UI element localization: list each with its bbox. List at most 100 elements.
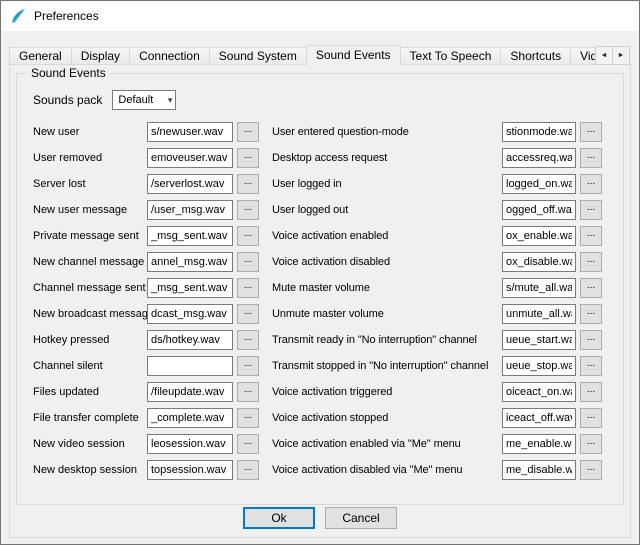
browse-button[interactable]: ...: [237, 148, 259, 168]
app-icon: [9, 7, 27, 25]
sound-file-input[interactable]: [502, 226, 576, 246]
sound-file-input[interactable]: [502, 200, 576, 220]
event-columns: New user...User removed...Server lost...…: [33, 122, 617, 486]
sound-file-input[interactable]: [502, 122, 576, 142]
browse-button[interactable]: ...: [237, 304, 259, 324]
sound-file-input[interactable]: [502, 356, 576, 376]
sound-file-input[interactable]: [147, 460, 233, 480]
sound-event-row: New channel message...: [33, 252, 268, 272]
sound-event-row: Transmit ready in "No interruption" chan…: [272, 330, 617, 350]
sound-event-row: Voice activation enabled via "Me" menu..…: [272, 434, 617, 454]
sound-file-input[interactable]: [147, 434, 233, 454]
browse-button[interactable]: ...: [237, 174, 259, 194]
browse-button[interactable]: ...: [580, 200, 602, 220]
sound-events-page: Sound Events Sounds pack Default ▾ New u…: [9, 64, 631, 538]
browse-button[interactable]: ...: [237, 434, 259, 454]
sound-event-label: Mute master volume: [272, 282, 502, 294]
browse-button[interactable]: ...: [237, 382, 259, 402]
sound-file-input[interactable]: [147, 356, 233, 376]
right-arrow-icon: ►: [618, 52, 625, 59]
sound-file-input[interactable]: [502, 382, 576, 402]
browse-button[interactable]: ...: [580, 278, 602, 298]
sound-event-label: New video session: [33, 438, 147, 450]
tab-scroller: ◄ ►: [596, 46, 630, 65]
browse-button[interactable]: ...: [580, 434, 602, 454]
sound-event-label: Voice activation disabled via "Me" menu: [272, 464, 502, 476]
browse-button[interactable]: ...: [237, 226, 259, 246]
sound-file-input[interactable]: [502, 460, 576, 480]
tab-general[interactable]: General: [9, 47, 72, 65]
sound-event-row: Channel message sent...: [33, 278, 268, 298]
sound-event-label: Voice activation triggered: [272, 386, 502, 398]
sound-event-row: Channel silent...: [33, 356, 268, 376]
browse-button[interactable]: ...: [237, 252, 259, 272]
tab-bar: GeneralDisplayConnectionSound SystemSoun…: [9, 45, 631, 65]
tab-connection[interactable]: Connection: [129, 47, 210, 65]
tab-sound-system[interactable]: Sound System: [209, 47, 307, 65]
sound-event-row: User removed...: [33, 148, 268, 168]
browse-button[interactable]: ...: [237, 330, 259, 350]
browse-button[interactable]: ...: [237, 278, 259, 298]
browse-button[interactable]: ...: [580, 148, 602, 168]
browse-button[interactable]: ...: [580, 122, 602, 142]
tab-text-to-speech[interactable]: Text To Speech: [400, 47, 502, 65]
preferences-window: Preferences GeneralDisplayConnectionSoun…: [0, 0, 640, 545]
cancel-button[interactable]: Cancel: [325, 507, 397, 529]
sound-file-input[interactable]: [147, 330, 233, 350]
sounds-pack-select[interactable]: Default ▾: [112, 90, 176, 110]
tab-scroll-right-button[interactable]: ►: [612, 46, 630, 65]
sound-event-label: Server lost: [33, 178, 147, 190]
sound-file-input[interactable]: [147, 304, 233, 324]
sound-event-label: Voice activation enabled: [272, 230, 502, 242]
sounds-pack-row: Sounds pack Default ▾: [33, 90, 623, 110]
sound-file-input[interactable]: [502, 252, 576, 272]
sound-event-label: Voice activation disabled: [272, 256, 502, 268]
tab-sound-events[interactable]: Sound Events: [306, 45, 401, 65]
sound-event-row: Hotkey pressed...: [33, 330, 268, 350]
sound-event-label: New user: [33, 126, 147, 138]
tab-shortcuts[interactable]: Shortcuts: [500, 47, 571, 65]
sound-file-input[interactable]: [147, 252, 233, 272]
browse-button[interactable]: ...: [237, 460, 259, 480]
tab-scroll-left-button[interactable]: ◄: [595, 46, 613, 65]
sound-file-input[interactable]: [502, 408, 576, 428]
events-column-left: New user...User removed...Server lost...…: [33, 122, 268, 486]
sound-file-input[interactable]: [502, 434, 576, 454]
sound-file-input[interactable]: [147, 122, 233, 142]
browse-button[interactable]: ...: [580, 226, 602, 246]
browse-button[interactable]: ...: [580, 460, 602, 480]
tab-display[interactable]: Display: [71, 47, 130, 65]
browse-button[interactable]: ...: [580, 356, 602, 376]
browse-button[interactable]: ...: [580, 174, 602, 194]
chevron-down-icon: ▾: [168, 95, 173, 106]
sound-file-input[interactable]: [502, 330, 576, 350]
browse-button[interactable]: ...: [237, 408, 259, 428]
sound-file-input[interactable]: [502, 148, 576, 168]
browse-button[interactable]: ...: [237, 200, 259, 220]
sound-event-row: Voice activation disabled via "Me" menu.…: [272, 460, 617, 480]
browse-button[interactable]: ...: [580, 408, 602, 428]
browse-button[interactable]: ...: [237, 122, 259, 142]
sound-event-label: New channel message: [33, 256, 147, 268]
browse-button[interactable]: ...: [580, 252, 602, 272]
sound-file-input[interactable]: [147, 200, 233, 220]
sound-event-row: Voice activation triggered...: [272, 382, 617, 402]
sound-event-row: User logged in...: [272, 174, 617, 194]
sound-file-input[interactable]: [147, 226, 233, 246]
sound-event-row: Unmute master volume...: [272, 304, 617, 324]
sound-file-input[interactable]: [147, 382, 233, 402]
sound-file-input[interactable]: [502, 174, 576, 194]
browse-button[interactable]: ...: [580, 330, 602, 350]
browse-button[interactable]: ...: [580, 382, 602, 402]
events-column-right: User entered question-mode...Desktop acc…: [272, 122, 617, 486]
browse-button[interactable]: ...: [237, 356, 259, 376]
sound-file-input[interactable]: [147, 174, 233, 194]
sound-file-input[interactable]: [147, 278, 233, 298]
sound-file-input[interactable]: [147, 408, 233, 428]
sound-events-group: Sound Events Sounds pack Default ▾ New u…: [16, 73, 624, 505]
ok-button[interactable]: Ok: [243, 507, 315, 529]
sound-file-input[interactable]: [147, 148, 233, 168]
browse-button[interactable]: ...: [580, 304, 602, 324]
sound-file-input[interactable]: [502, 304, 576, 324]
sound-file-input[interactable]: [502, 278, 576, 298]
